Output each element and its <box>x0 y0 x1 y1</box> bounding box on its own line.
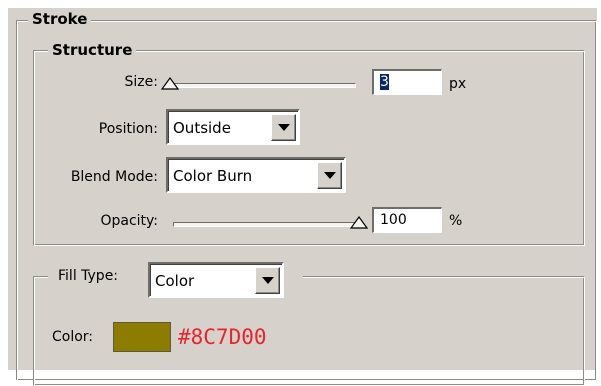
position-value: Outside <box>173 119 231 137</box>
dropdown-arrow-icon <box>262 277 274 284</box>
opacity-label: Opacity: <box>100 213 158 229</box>
size-slider-track[interactable] <box>166 83 356 88</box>
dropdown-arrow-icon <box>278 124 290 131</box>
size-value: 3 <box>380 74 389 90</box>
opacity-slider-track[interactable] <box>173 222 363 227</box>
color-swatch[interactable] <box>113 322 171 352</box>
color-label: Color: <box>52 329 94 345</box>
size-unit: px <box>449 76 467 92</box>
dropdown-arrow-icon <box>324 172 336 179</box>
opacity-input[interactable]: 100 <box>372 207 442 233</box>
opacity-value: 100 <box>380 212 407 228</box>
color-hex-value: #8C7D00 <box>178 325 267 349</box>
opacity-slider-thumb-icon[interactable] <box>350 216 368 230</box>
blend-mode-value: Color Burn <box>173 167 253 185</box>
size-label: Size: <box>124 74 158 90</box>
position-label: Position: <box>98 121 158 137</box>
stroke-panel: Stroke Structure Size: 3 px Position: Ou… <box>8 8 597 386</box>
fill-type-label: Fill Type: <box>58 268 119 284</box>
size-slider-thumb-icon[interactable] <box>161 77 179 91</box>
fill-type-value: Color <box>155 272 195 290</box>
position-dropdown-button[interactable] <box>271 114 296 141</box>
size-input[interactable]: 3 <box>372 69 442 95</box>
position-dropdown[interactable]: Outside <box>166 109 300 145</box>
structure-legend: Structure <box>48 42 137 58</box>
opacity-unit: % <box>449 213 463 229</box>
stroke-legend: Stroke <box>28 11 92 27</box>
blend-mode-dropdown[interactable]: Color Burn <box>166 157 346 193</box>
fill-type-dropdown[interactable]: Color <box>148 262 284 298</box>
fill-type-dropdown-button[interactable] <box>255 267 280 294</box>
blend-mode-label: Blend Mode: <box>70 169 158 185</box>
blend-mode-dropdown-button[interactable] <box>317 162 342 189</box>
